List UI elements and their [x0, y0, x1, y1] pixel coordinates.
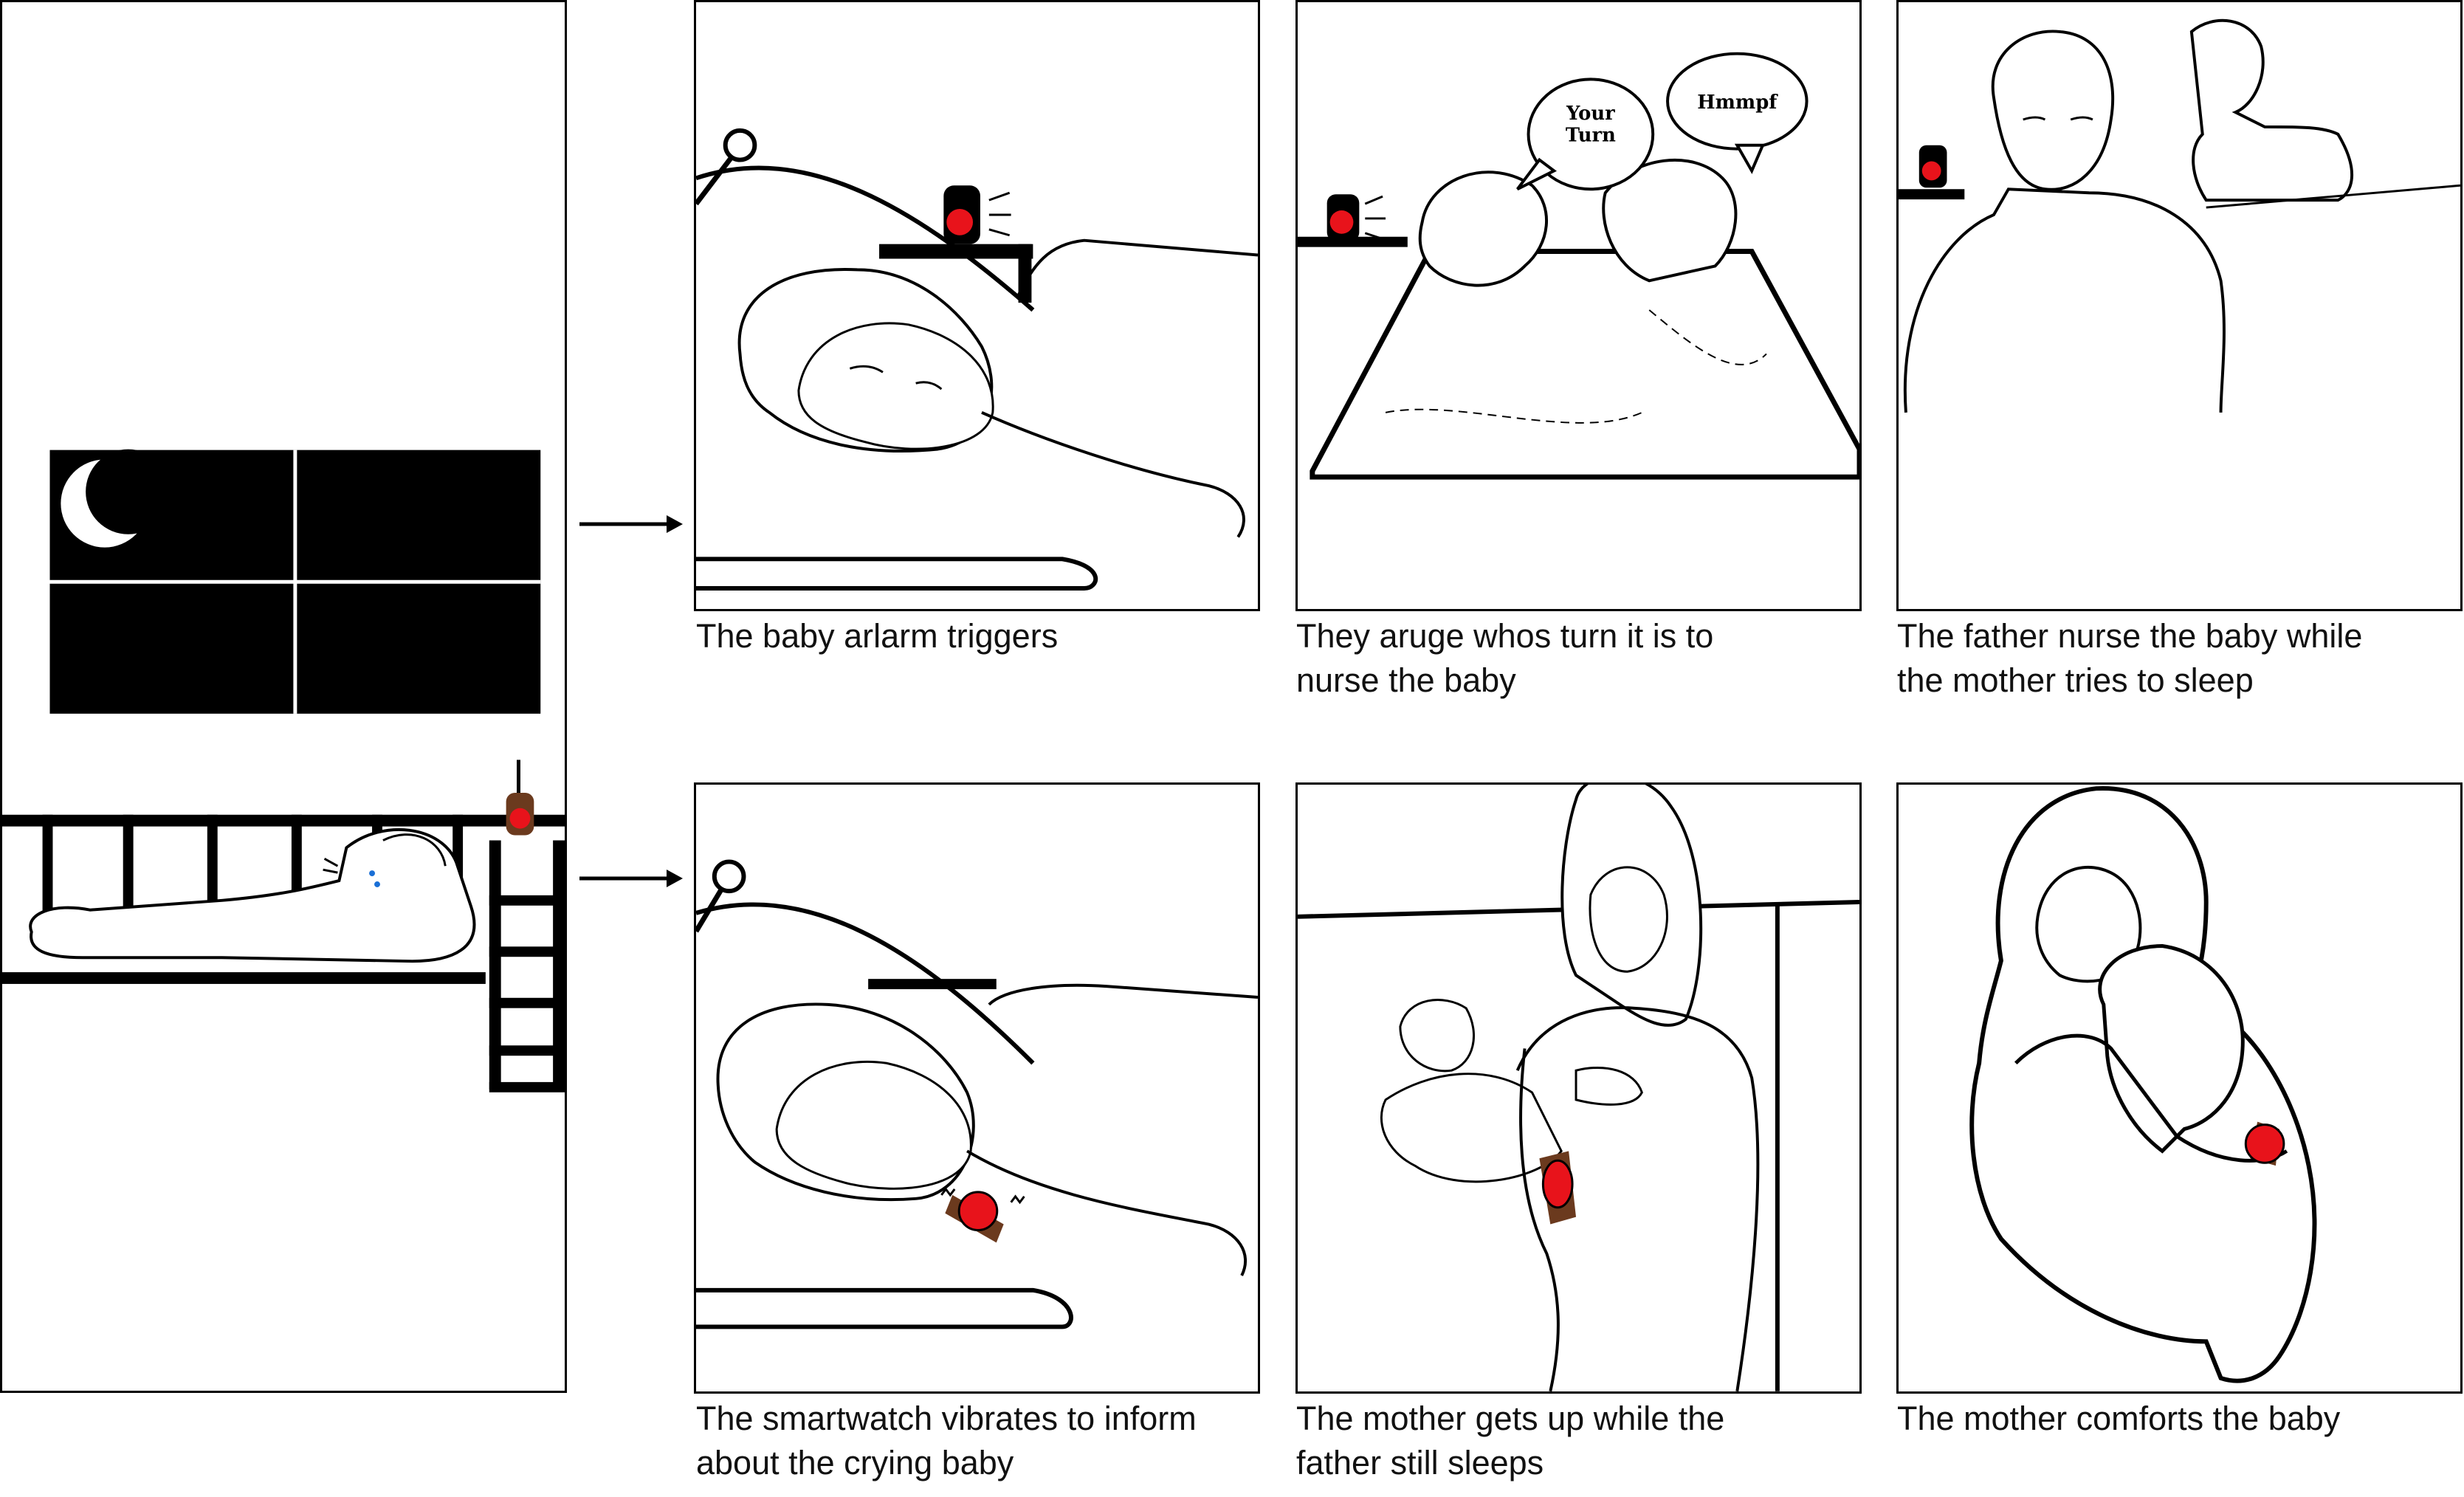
panel-caption: The smartwatch vibrates to inform about … — [696, 1400, 1197, 1481]
panel-argue: Your Turn Hmmpf — [1295, 0, 1862, 611]
panel-mother-gets-up — [1295, 782, 1862, 1394]
night-nursery-scene — [0, 0, 567, 1393]
baby-monitor-icon — [1326, 194, 1386, 241]
baby-monitor-icon — [943, 185, 1011, 244]
speech-bubble-your-turn: Your Turn — [1566, 103, 1616, 147]
speech-bubble-hmmpf: Hmmpf — [1697, 92, 1778, 114]
panel-caption: They aruge whos turn it is to nurse the … — [1296, 617, 1714, 699]
panel-baby-alarm — [694, 0, 1260, 611]
panel-father-nursing — [1896, 0, 2463, 611]
panel-caption: The baby arlarm triggers — [696, 617, 1059, 655]
arrow-right-icon — [579, 870, 683, 887]
panel-caption: The father nurse the baby while the moth… — [1897, 617, 2363, 699]
panel-caption: The mother comforts the baby — [1897, 1400, 2341, 1437]
panel-smartwatch-vibrates — [694, 782, 1260, 1394]
panel-caption: The mother gets up while the father stil… — [1296, 1400, 1725, 1481]
smartwatch-icon — [1539, 1151, 1577, 1225]
panel-mother-comforts — [1896, 782, 2463, 1394]
baby-monitor-icon — [1918, 145, 1947, 188]
baby-monitor-icon — [506, 760, 534, 836]
smartwatch-icon — [940, 1187, 1025, 1243]
nursery-illustration — [2, 449, 565, 1092]
arrow-right-icon — [579, 515, 683, 533]
